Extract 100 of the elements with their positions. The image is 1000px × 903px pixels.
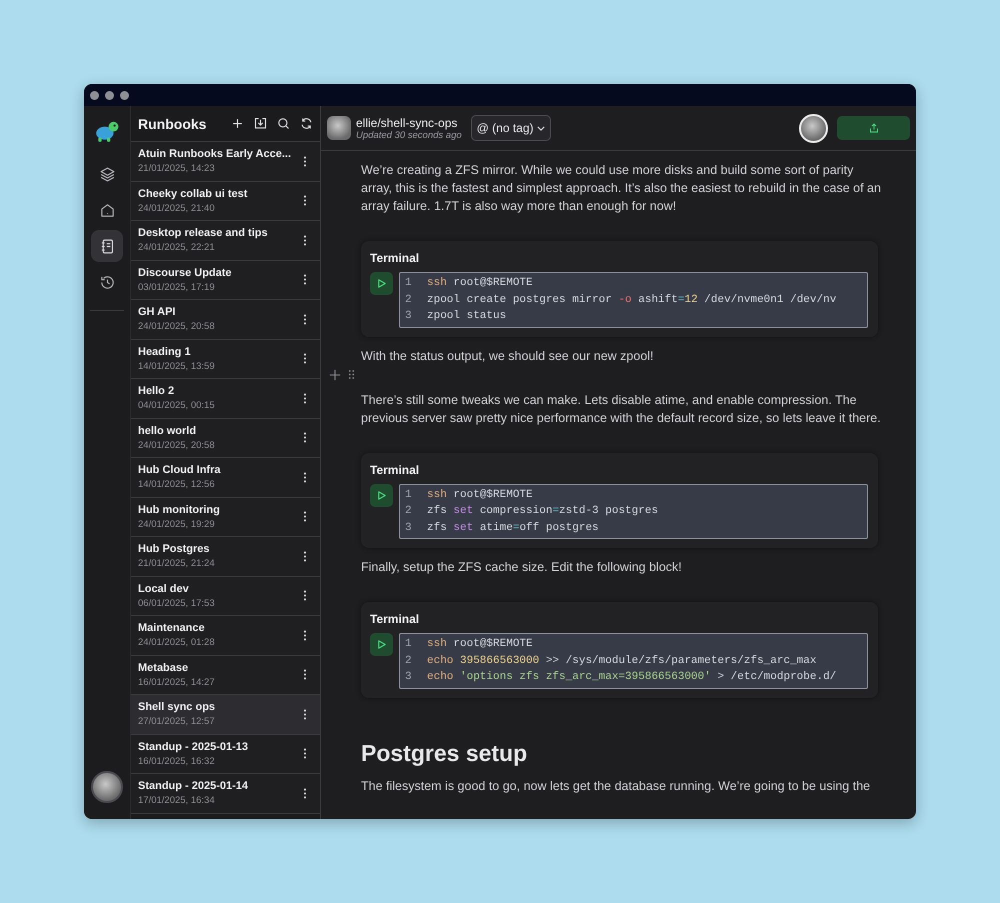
more-icon[interactable] bbox=[303, 274, 307, 286]
more-icon[interactable] bbox=[303, 353, 307, 364]
section-heading: Postgres setup bbox=[361, 740, 528, 766]
runbook-name: GH API bbox=[138, 306, 176, 318]
close-dot[interactable] bbox=[90, 90, 99, 100]
user-avatar[interactable] bbox=[91, 771, 123, 803]
runbook-name: Hub monitoring bbox=[138, 504, 221, 516]
runbook-date: 14/01/2025, 12:56 bbox=[138, 479, 216, 490]
runbook-item[interactable]: hello world 24/01/2025, 20:58 bbox=[131, 418, 320, 458]
runbook-date: 24/01/2025, 21:40 bbox=[138, 202, 216, 214]
more-icon[interactable] bbox=[303, 234, 307, 246]
paragraph: With the status output, we should see our new zpool! bbox=[361, 348, 655, 364]
runbook-name: Local dev bbox=[138, 582, 190, 595]
line-number: 1 bbox=[405, 637, 413, 652]
line-number: 1 bbox=[405, 276, 413, 291]
run-button[interactable] bbox=[370, 633, 393, 656]
runbook-item[interactable]: Shell sync ops 27/01/2025, 12:57 bbox=[131, 695, 320, 734]
code-line: zpool create postgres mirror -o ashift=12 /dev/nvme0n1 /dev/nv bbox=[427, 292, 836, 308]
line-number: 2 bbox=[405, 504, 413, 519]
runbook-item[interactable]: Atuin Runbooks Early Acce... 21/01/2025, 14:23 bbox=[131, 142, 320, 182]
runbook-name: Cheeky collab ui test bbox=[138, 188, 248, 200]
more-icon[interactable] bbox=[303, 550, 307, 562]
terminal-title: Terminal bbox=[370, 251, 420, 265]
runbook-date: 06/01/2025, 17:53 bbox=[138, 598, 216, 609]
runbook-item[interactable]: Cheeky collab ui test 24/01/2025, 21:40 bbox=[131, 182, 320, 221]
runbook-item[interactable]: Local dev 06/01/2025, 17:53 bbox=[131, 576, 320, 616]
code-line: echo 'options zfs zfs_arc_max=395866563000' > /etc/modprobe.d/ bbox=[427, 670, 836, 685]
run-button[interactable] bbox=[370, 484, 393, 506]
runbook-name: Desktop release and tips bbox=[138, 227, 269, 240]
code-line: ssh root@$REMOTE bbox=[427, 488, 533, 502]
runbooks-title: Runbooks bbox=[138, 116, 208, 132]
more-icon[interactable] bbox=[303, 748, 307, 760]
runbook-name: Maintenance bbox=[138, 622, 206, 634]
search-icon[interactable] bbox=[276, 116, 291, 131]
runbook-item[interactable]: Metabase 16/01/2025, 14:27 bbox=[131, 656, 320, 695]
more-icon[interactable] bbox=[303, 156, 307, 167]
runbook-item[interactable]: Standup - 2025-01-14 17/01/2025, 16:34 bbox=[131, 774, 320, 814]
runbook-date: 24/01/2025, 20:58 bbox=[138, 440, 216, 451]
runbook-item[interactable]: Maintenance 24/01/2025, 01:28 bbox=[131, 616, 320, 656]
more-icon[interactable] bbox=[303, 511, 307, 522]
more-icon[interactable] bbox=[303, 590, 307, 602]
runbook-date: 14/01/2025, 13:59 bbox=[138, 360, 216, 372]
line-number: 3 bbox=[405, 309, 413, 324]
runbook-name: Hello 2 bbox=[138, 385, 176, 398]
minimize-dot[interactable] bbox=[105, 90, 114, 100]
zoom-dot[interactable] bbox=[120, 90, 129, 100]
plus-icon[interactable] bbox=[230, 116, 245, 131]
more-icon[interactable] bbox=[303, 669, 307, 680]
updated-time: Updated 30 seconds ago bbox=[356, 130, 462, 140]
line-number: 2 bbox=[405, 654, 413, 668]
runbook-name: Hub Postgres bbox=[138, 543, 211, 556]
tag-dropdown[interactable]: @ (no tag) bbox=[470, 115, 551, 141]
runbook-item[interactable]: Hub Cloud Infra 14/01/2025, 12:56 bbox=[131, 458, 320, 498]
line-number: 1 bbox=[405, 488, 413, 502]
line-number: 2 bbox=[405, 292, 413, 308]
more-icon[interactable] bbox=[303, 195, 307, 206]
run-button[interactable] bbox=[370, 272, 393, 295]
runbook-item[interactable]: Desktop release and tips 24/01/2025, 22:21 bbox=[131, 221, 320, 260]
code-line: zfs set compression=zstd-3 postgres bbox=[427, 504, 658, 519]
paragraph: Finally, setup the ZFS cache size. Edit the following block! bbox=[361, 559, 683, 576]
owner-avatar bbox=[327, 116, 351, 140]
code-editor[interactable]: 1 ssh root@$REMOTE 2 echo 395866563000 >> /sys/module/zfs/parameters/zfs_arc_max 3 echo 'options zfs zfs_arc_max=395866563000' > /etc/modprobe.d/ bbox=[399, 633, 868, 688]
share-icon bbox=[868, 122, 880, 134]
paragraph: There’s still some tweaks we can make. Lets disable atime, and enable compression. The previous server saw pretty nice performance with the default record size, so lets leave it there. bbox=[361, 392, 881, 426]
runbook-date: 24/01/2025, 01:28 bbox=[138, 637, 216, 648]
runbook-item[interactable]: Discourse Update 03/01/2025, 17:19 bbox=[131, 260, 320, 300]
more-icon[interactable] bbox=[303, 472, 307, 483]
runbook-name: Heading 1 bbox=[138, 346, 192, 358]
add-block-icon[interactable] bbox=[329, 368, 341, 380]
more-icon[interactable] bbox=[303, 432, 307, 444]
more-icon[interactable] bbox=[303, 314, 307, 325]
runbook-name: Shell sync ops bbox=[138, 701, 216, 714]
more-icon[interactable] bbox=[303, 392, 307, 404]
runbook-name: hello world bbox=[138, 424, 198, 437]
code-line: zpool status bbox=[427, 309, 506, 324]
runbook-date: 21/01/2025, 21:24 bbox=[138, 558, 216, 570]
code-line: ssh root@$REMOTE bbox=[427, 276, 533, 291]
import-icon[interactable] bbox=[253, 116, 268, 131]
code-editor[interactable]: 1 ssh root@$REMOTE 2 zpool create postgres mirror -o ashift=12 /dev/nvme0n1 /dev/nv 3 zpool status bbox=[399, 272, 868, 328]
code-editor[interactable]: 1 ssh root@$REMOTE 2 zfs set compression=zstd-3 postgres 3 zfs set atime=off postgres bbox=[399, 484, 868, 539]
runbook-path: ellie/shell-sync-ops bbox=[356, 116, 458, 130]
runbook-item[interactable]: Heading 1 14/01/2025, 13:59 bbox=[131, 340, 320, 379]
runbook-date: 03/01/2025, 17:19 bbox=[138, 282, 216, 293]
runbook-item[interactable]: GH API 24/01/2025, 20:58 bbox=[131, 300, 320, 340]
more-icon[interactable] bbox=[303, 788, 307, 799]
terminal-title: Terminal bbox=[370, 612, 420, 626]
caret-icon bbox=[536, 126, 545, 130]
drag-handle-icon[interactable] bbox=[348, 368, 355, 380]
collaborator-avatar bbox=[799, 114, 828, 142]
runbook-date: 24/01/2025, 19:29 bbox=[138, 518, 216, 530]
runbook-name: Metabase bbox=[138, 662, 190, 674]
runbook-item[interactable]: Hub monitoring 24/01/2025, 19:29 bbox=[131, 498, 320, 537]
more-icon[interactable] bbox=[303, 708, 307, 720]
runbook-item[interactable]: Standup - 2025-01-13 16/01/2025, 16:32 bbox=[131, 734, 320, 774]
runbook-item[interactable]: Hello 2 04/01/2025, 00:15 bbox=[131, 379, 320, 418]
code-line: echo 395866563000 >> /sys/module/zfs/parameters/zfs_arc_max bbox=[427, 654, 816, 668]
notebook-icon[interactable] bbox=[91, 230, 123, 262]
runbook-item[interactable]: Hub Postgres 21/01/2025, 21:24 bbox=[131, 537, 320, 576]
more-icon[interactable] bbox=[303, 630, 307, 641]
refresh-icon[interactable] bbox=[299, 116, 314, 131]
